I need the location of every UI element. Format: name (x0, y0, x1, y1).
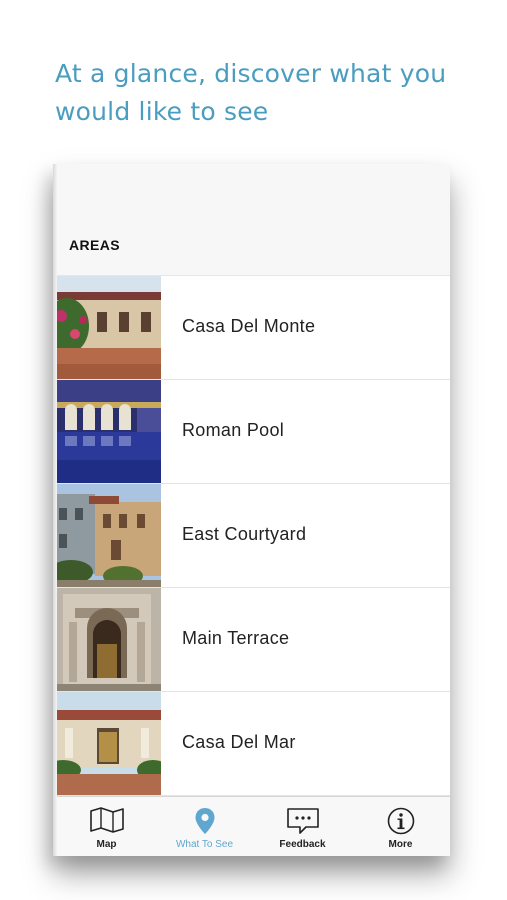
area-row-roman-pool[interactable]: Roman Pool (53, 380, 450, 484)
areas-list: Casa Del Monte Roman Pool East Courtyard… (53, 276, 450, 796)
phone-screen: AREAS Casa Del Monte Roman Pool East Cou… (53, 164, 450, 856)
area-row-casa-del-monte[interactable]: Casa Del Monte (53, 276, 450, 380)
area-name: Roman Pool (182, 420, 285, 440)
tab-feedback[interactable]: Feedback (253, 797, 352, 856)
speech-bubble-icon (286, 807, 320, 840)
location-pin-icon (194, 807, 216, 840)
area-row-casa-del-mar[interactable]: Casa Del Mar (53, 692, 450, 796)
area-name: Main Terrace (182, 628, 290, 648)
section-title: AREAS (69, 237, 121, 253)
area-thumbnail (53, 380, 161, 483)
area-row-east-courtyard[interactable]: East Courtyard (53, 484, 450, 588)
info-icon (387, 807, 415, 840)
map-icon (89, 807, 125, 838)
area-row-main-terrace[interactable]: Main Terrace (53, 588, 450, 692)
area-name: Casa Del Mar (182, 732, 296, 752)
area-name: East Courtyard (182, 524, 307, 544)
tab-label: Feedback (279, 839, 326, 850)
tab-label: What To See (175, 839, 234, 850)
area-thumbnail (53, 692, 161, 795)
section-header: AREAS (53, 164, 450, 276)
headline-line-1: At a glance, discover what you (55, 59, 447, 88)
headline-line-2: would like to see (55, 97, 269, 126)
area-thumbnail (53, 484, 161, 587)
tab-bar: Map What To See Feedback More (53, 796, 450, 856)
marketing-headline: At a glance, discover what you would lik… (55, 55, 475, 131)
tab-label: More (388, 839, 413, 850)
area-thumbnail (53, 588, 161, 691)
area-thumbnail (53, 276, 161, 379)
area-name: Casa Del Monte (182, 316, 316, 336)
tab-more[interactable]: More (351, 797, 450, 856)
tab-label: Map (96, 839, 117, 850)
tab-map[interactable]: Map (57, 797, 156, 856)
tab-what-to-see[interactable]: What To See (155, 797, 254, 856)
